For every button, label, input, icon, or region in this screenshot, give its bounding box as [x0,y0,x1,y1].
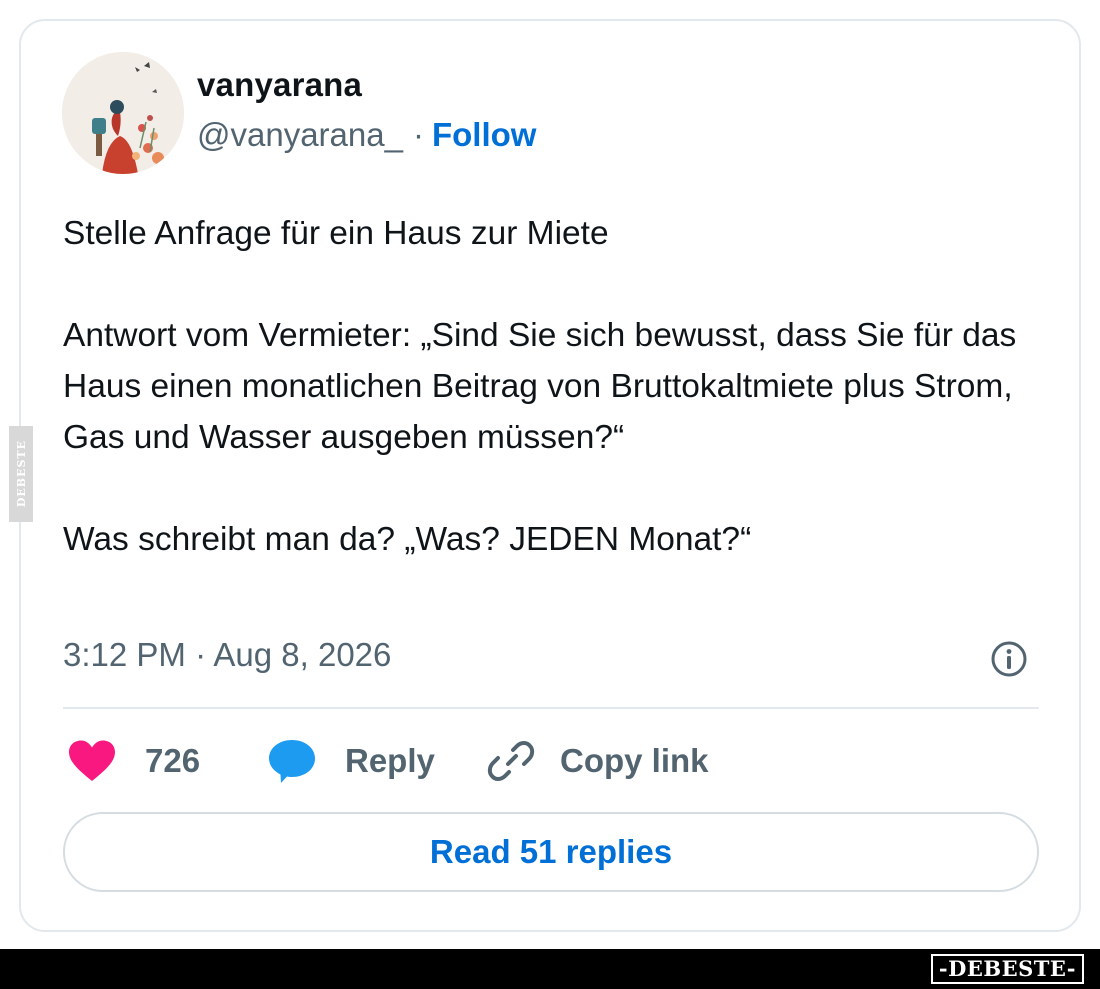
side-watermark-text: DEBESTE [14,440,28,508]
follow-link[interactable]: Follow [432,116,536,153]
speech-bubble-icon [269,740,315,783]
tweet-paragraph: Was schreibt man da? „Was? JEDEN Monat?“ [63,521,752,558]
footer-bar: -DEBESTE- [0,949,1100,989]
link-icon [487,741,535,781]
heart-icon [69,740,115,781]
reply-button[interactable]: Reply [267,735,435,787]
tweet-timestamp[interactable]: 3:12 PM · Aug 8, 2026 [63,636,391,674]
author-display-name[interactable]: vanyarana [197,66,362,104]
like-count: 726 [145,742,201,779]
avatar-illustration [62,52,184,174]
side-watermark: DEBESTE [9,426,33,522]
author-handle-row: @vanyarana_ · Follow [197,116,536,154]
reply-label: Reply [345,742,435,779]
tweet-paragraph: Stelle Anfrage für ein Haus zur Miete [63,215,609,252]
copy-link-button[interactable]: Copy link [486,735,709,787]
avatar[interactable] [62,52,184,174]
like-button[interactable]: 726 [67,735,200,787]
info-icon[interactable] [990,640,1028,678]
separator-dot: · [412,116,424,153]
tweet-text: Stelle Anfrage für ein Haus zur Miete An… [63,208,1033,565]
copy-link-label: Copy link [560,742,709,779]
footer-watermark: -DEBESTE- [930,954,1084,984]
divider [63,707,1039,709]
read-replies-button[interactable]: Read 51 replies [63,812,1039,892]
tweet-paragraph: Antwort vom Vermieter: „Sind Sie sich be… [63,317,1017,456]
author-handle[interactable]: @vanyarana_ [197,116,403,153]
